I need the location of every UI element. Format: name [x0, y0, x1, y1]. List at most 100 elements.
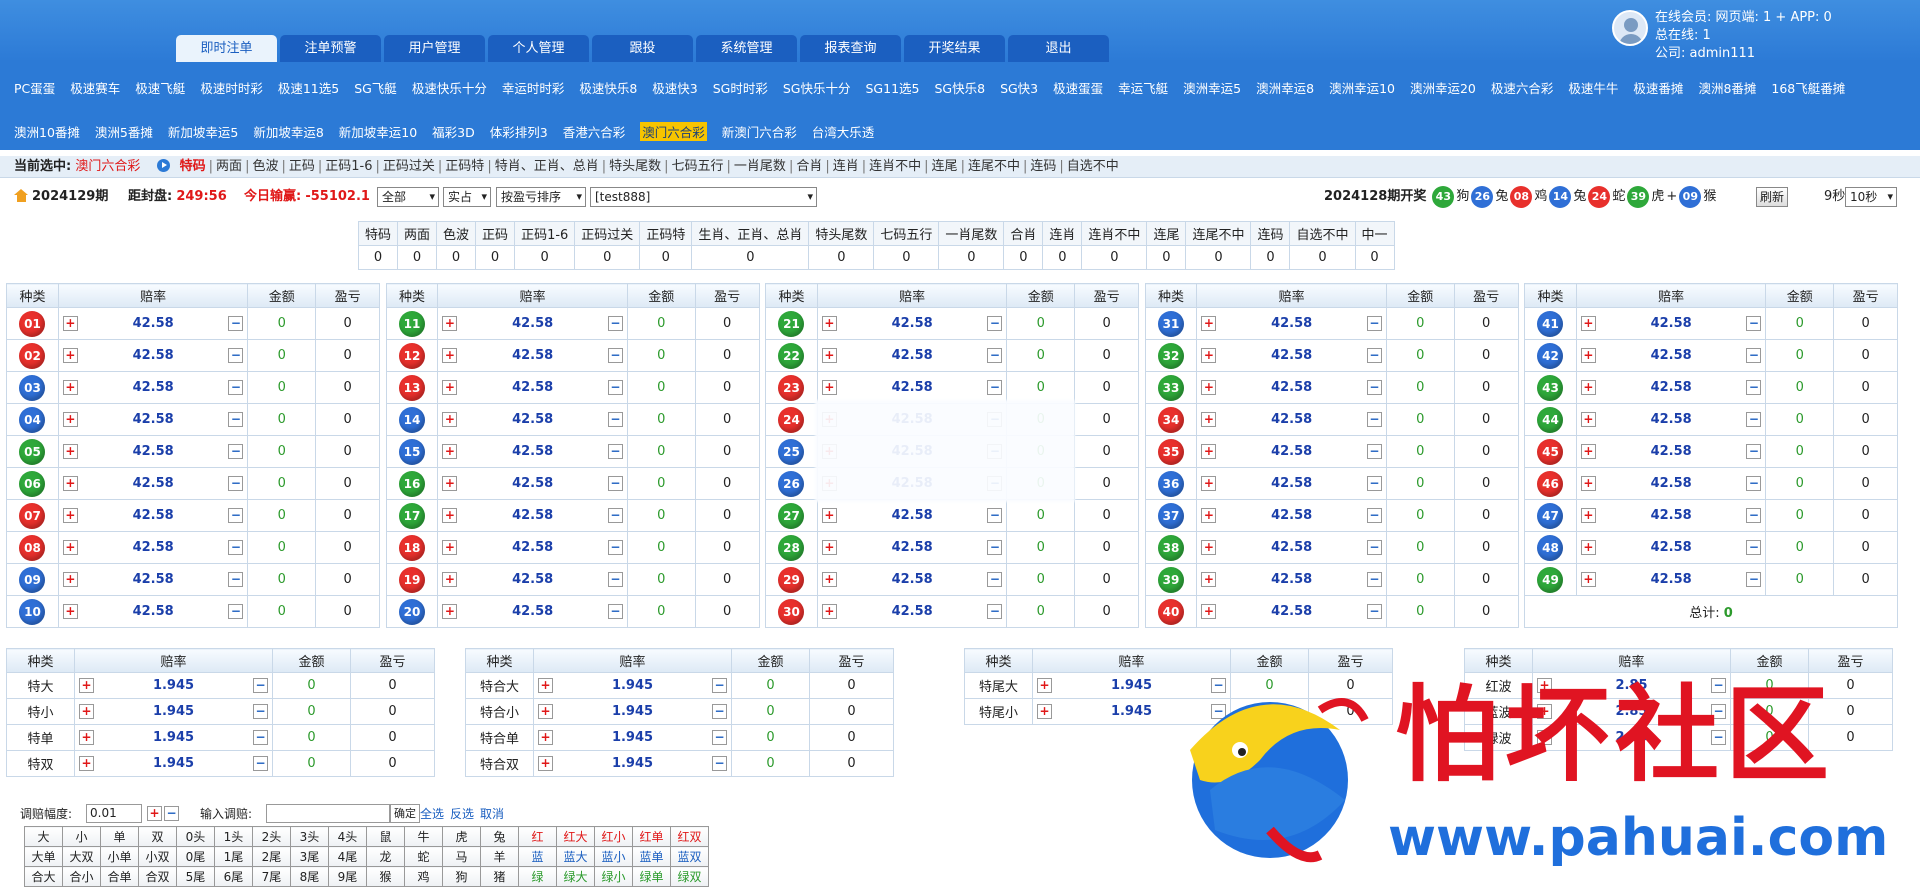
game-link[interactable]: PC蛋蛋: [14, 78, 55, 97]
minus-button[interactable]: −: [1366, 571, 1382, 587]
plus-button[interactable]: +: [1537, 703, 1552, 719]
odds-value[interactable]: 42.58: [133, 348, 174, 363]
game-link[interactable]: SG快乐十分: [783, 78, 851, 97]
minus-button[interactable]: −: [607, 411, 623, 427]
minus-button[interactable]: −: [1366, 443, 1382, 459]
quick-select-button[interactable]: 红单: [632, 826, 671, 847]
minus-button[interactable]: −: [1711, 677, 1726, 693]
plus-button[interactable]: +: [1580, 379, 1596, 395]
play-type-link[interactable]: 特头尾数: [609, 159, 661, 174]
plus-button[interactable]: +: [1037, 677, 1052, 693]
minus-button[interactable]: −: [987, 315, 1003, 331]
confirm-button[interactable]: 确定: [390, 804, 420, 823]
minus-button[interactable]: −: [1746, 347, 1762, 363]
odds-value[interactable]: 42.58: [512, 316, 553, 331]
quick-select-button[interactable]: 蛇: [404, 846, 443, 867]
tab-5[interactable]: 系统管理: [696, 35, 797, 62]
minus-button[interactable]: −: [1366, 315, 1382, 331]
odds-value[interactable]: 42.58: [1651, 508, 1692, 523]
plus-button[interactable]: +: [442, 539, 458, 555]
plus-button[interactable]: +: [442, 411, 458, 427]
quick-select-button[interactable]: 1尾: [214, 846, 253, 867]
quick-select-button[interactable]: 小: [62, 826, 101, 847]
minus-button[interactable]: −: [987, 507, 1003, 523]
minus-button[interactable]: −: [607, 315, 623, 331]
minus-button[interactable]: −: [1366, 379, 1382, 395]
quick-select-button[interactable]: 0尾: [176, 846, 215, 867]
odds-value[interactable]: 42.58: [1651, 444, 1692, 459]
odds-value[interactable]: 42.58: [1271, 508, 1312, 523]
plus-button[interactable]: +: [1580, 347, 1596, 363]
minus-button[interactable]: −: [987, 571, 1003, 587]
odds-value[interactable]: 42.58: [512, 412, 553, 427]
odds-value[interactable]: 42.58: [1651, 476, 1692, 491]
minus-button[interactable]: −: [1746, 443, 1762, 459]
minus-button[interactable]: −: [987, 347, 1003, 363]
odds-value[interactable]: 42.58: [512, 476, 553, 491]
quick-select-button[interactable]: 9尾: [328, 866, 367, 887]
minus-button[interactable]: −: [607, 347, 623, 363]
odds-value[interactable]: 42.58: [892, 348, 933, 363]
odds-value[interactable]: 42.58: [512, 572, 553, 587]
quick-select-button[interactable]: 猪: [480, 866, 519, 887]
plus-button[interactable]: +: [442, 443, 458, 459]
play-type-link[interactable]: 正码过关: [383, 159, 435, 174]
quick-select-button[interactable]: 小双: [138, 846, 177, 867]
game-link[interactable]: 极速快乐十分: [412, 78, 487, 97]
plus-button[interactable]: +: [1580, 571, 1596, 587]
play-type-link[interactable]: 一肖尾数: [734, 159, 786, 174]
minus-button[interactable]: −: [228, 539, 244, 555]
game-link[interactable]: 极速11选5: [278, 78, 339, 97]
minus-button[interactable]: −: [228, 443, 244, 459]
tab-6[interactable]: 报表查询: [800, 35, 901, 62]
plus-button[interactable]: +: [1580, 443, 1596, 459]
odds-value[interactable]: 42.58: [1271, 412, 1312, 427]
quick-select-button[interactable]: 鼠: [366, 826, 405, 847]
minus-button[interactable]: −: [607, 603, 623, 619]
play-type-link[interactable]: 连肖不中: [869, 159, 921, 174]
plus-button[interactable]: +: [442, 315, 458, 331]
quick-select-button[interactable]: 蓝小: [594, 846, 633, 867]
minus-button[interactable]: −: [1746, 571, 1762, 587]
play-type-link[interactable]: 两面: [216, 159, 242, 174]
minus-button[interactable]: −: [1366, 507, 1382, 523]
play-type-link[interactable]: 连尾不中: [968, 159, 1020, 174]
plus-button[interactable]: +: [79, 729, 94, 745]
plus-button[interactable]: +: [821, 315, 837, 331]
odds-value[interactable]: 42.58: [892, 572, 933, 587]
odds-value[interactable]: 42.58: [133, 316, 174, 331]
game-link[interactable]: 福彩3D: [432, 122, 475, 141]
game-link[interactable]: 幸运飞艇: [1118, 78, 1168, 97]
quick-select-button[interactable]: 小单: [100, 846, 139, 867]
plus-button[interactable]: +: [1537, 729, 1552, 745]
plus-button[interactable]: +: [821, 603, 837, 619]
odds-value[interactable]: 2.85: [1615, 678, 1647, 693]
minus-button[interactable]: −: [1746, 539, 1762, 555]
game-link[interactable]: 体彩排列3: [490, 122, 548, 141]
plus-button[interactable]: +: [1580, 411, 1596, 427]
plus-button[interactable]: +: [821, 507, 837, 523]
tab-3[interactable]: 个人管理: [488, 35, 589, 62]
odds-value[interactable]: 2.85: [1615, 704, 1647, 719]
game-link[interactable]: 澳洲幸运20: [1410, 78, 1476, 97]
game-link[interactable]: 168飞艇番摊: [1771, 78, 1845, 97]
odds-value[interactable]: 1.945: [153, 704, 194, 719]
plus-button[interactable]: +: [62, 507, 78, 523]
odds-value[interactable]: 42.58: [1271, 540, 1312, 555]
minus-button[interactable]: −: [228, 411, 244, 427]
tab-8[interactable]: 退出: [1008, 35, 1109, 62]
odds-value[interactable]: 42.58: [512, 444, 553, 459]
odds-value[interactable]: 42.58: [892, 540, 933, 555]
plus-button[interactable]: +: [538, 729, 553, 745]
play-type-link[interactable]: 特肖、正肖、总肖: [495, 159, 599, 174]
minus-button[interactable]: −: [253, 729, 268, 745]
refresh-interval-select[interactable]: 10秒: [1845, 187, 1897, 207]
minus-button[interactable]: −: [1711, 729, 1726, 745]
minus-button[interactable]: −: [712, 729, 727, 745]
plus-button[interactable]: +: [442, 603, 458, 619]
quick-select-button[interactable]: 7尾: [252, 866, 291, 887]
plus-button[interactable]: +: [79, 755, 94, 771]
game-link[interactable]: 新加坡幸运8: [253, 122, 323, 141]
plus-button[interactable]: +: [1201, 539, 1217, 555]
odds-value[interactable]: 42.58: [1271, 604, 1312, 619]
